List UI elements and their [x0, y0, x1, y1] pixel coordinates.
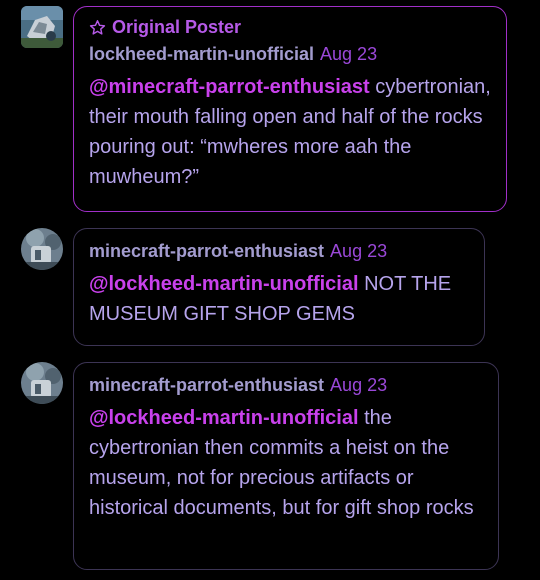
username-link[interactable]: lockheed-martin-unofficial [89, 44, 314, 64]
comment-text: @minecraft-parrot-enthusiast cybertronia… [89, 72, 492, 192]
username-link[interactable]: minecraft-parrot-enthusiast [89, 375, 324, 395]
avatar-image [21, 6, 63, 48]
comment-meta: lockheed-martin-unofficial Aug 23 [89, 42, 492, 66]
badge-label: Original Poster [112, 16, 242, 37]
avatar[interactable] [21, 228, 63, 270]
avatar-image [21, 362, 63, 404]
comment-text: @lockheed-martin-unofficial NOT THE MUSE… [89, 269, 470, 329]
comment-date[interactable]: Aug 23 [320, 44, 377, 64]
comment-meta: minecraft-parrot-enthusiast Aug 23 [89, 239, 470, 263]
mention-link[interactable]: @lockheed-martin-unofficial [89, 407, 359, 429]
original-poster-badge: Original Poster [89, 16, 492, 38]
avatar[interactable] [21, 362, 63, 404]
comment-bubble: minecraft-parrot-enthusiast Aug 23 @lockh… [73, 228, 485, 346]
mention-link[interactable]: @lockheed-martin-unofficial [89, 273, 359, 295]
comment-date[interactable]: Aug 23 [330, 241, 387, 261]
mention-link[interactable]: @minecraft-parrot-enthusiast [89, 76, 370, 98]
avatar-image [21, 228, 63, 270]
username-link[interactable]: minecraft-parrot-enthusiast [89, 241, 324, 261]
star-outline-icon [89, 19, 106, 35]
comment-bubble: Original Poster lockheed-martin-unoffici… [73, 6, 507, 212]
comment-meta: minecraft-parrot-enthusiast Aug 23 [89, 373, 484, 397]
comment-date[interactable]: Aug 23 [330, 375, 387, 395]
comment-bubble: minecraft-parrot-enthusiast Aug 23 @lockh… [73, 362, 499, 570]
comment-text: @lockheed-martin-unofficial the cybertro… [89, 403, 484, 523]
avatar[interactable] [21, 6, 63, 48]
